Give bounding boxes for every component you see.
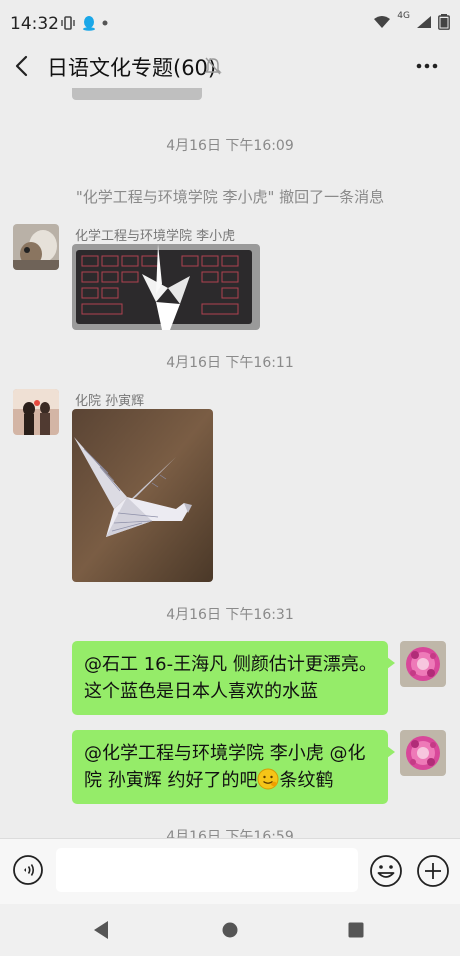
vibrate-icon xyxy=(61,16,75,30)
notification-dot-icon xyxy=(102,20,108,26)
battery-icon xyxy=(438,14,450,30)
wifi-icon xyxy=(374,16,391,28)
qq-icon xyxy=(83,16,95,31)
avatar[interactable] xyxy=(13,224,59,270)
emoji-button[interactable] xyxy=(369,854,403,888)
status-bar: 14:32 4G xyxy=(0,0,460,44)
message-input[interactable] xyxy=(56,848,358,892)
chat-message-list[interactable]: 4月16日 下午16:09 "化学工程与环境学院 李小虎" 撤回了一条消息 化学… xyxy=(0,88,460,838)
system-navigation-bar xyxy=(0,904,460,956)
more-actions-button[interactable] xyxy=(416,854,450,888)
outgoing-message-bubble[interactable]: @化学工程与环境学院 李小虎 @化 院 孙寅辉 约好了的吧 条纹鹤 xyxy=(72,730,395,804)
message-line: 这个蓝色是日本人喜欢的水蓝 xyxy=(84,681,318,702)
network-label: 4G xyxy=(397,11,410,21)
bell-off-icon xyxy=(204,56,222,80)
recall-notice: "化学工程与环境学院 李小虎" 撤回了一条消息 xyxy=(75,188,385,206)
chevron-left-icon xyxy=(15,55,28,77)
more-horizontal-icon xyxy=(416,63,438,69)
back-button[interactable] xyxy=(10,52,36,80)
avatar[interactable] xyxy=(400,730,446,776)
message-text: 院 孙寅辉 约好了的吧 xyxy=(84,770,258,791)
timestamp: 4月16日 下午16:31 xyxy=(166,607,294,623)
input-bar xyxy=(0,838,460,904)
outgoing-message-bubble[interactable]: @石工 16-王海凡 侧颜估计更漂亮。 这个蓝色是日本人喜欢的水蓝 xyxy=(72,641,395,715)
image-message[interactable] xyxy=(72,409,213,582)
timestamp: 4月16日 下午16:09 xyxy=(166,138,294,154)
more-button[interactable] xyxy=(410,56,444,76)
status-icons-left xyxy=(60,15,108,31)
chat-header: 日语文化专题(60) xyxy=(0,44,460,88)
message-line: @石工 16-王海凡 侧颜估计更漂亮。 xyxy=(84,654,377,675)
nav-back-icon[interactable] xyxy=(92,920,110,940)
sender-name: 化院 孙寅辉 xyxy=(75,394,145,409)
message-line: @化学工程与环境学院 李小虎 @化 xyxy=(84,743,366,764)
message-text: 条纹鹤 xyxy=(279,770,334,791)
timestamp: 4月16日 下午16:59 xyxy=(166,829,294,838)
voice-button[interactable] xyxy=(12,854,44,886)
avatar[interactable] xyxy=(400,641,446,687)
nav-home-icon[interactable] xyxy=(222,922,238,938)
emoji-icon xyxy=(257,768,279,790)
avatar[interactable] xyxy=(13,389,59,435)
status-time: 14:32 xyxy=(10,14,59,34)
smiley-icon xyxy=(370,855,402,887)
timestamp: 4月16日 下午16:11 xyxy=(166,355,294,371)
nav-recent-apps-icon[interactable] xyxy=(348,922,364,938)
plus-circle-icon xyxy=(417,855,449,887)
sender-name: 化学工程与环境学院 李小虎 xyxy=(75,229,236,244)
status-icons-right: 4G xyxy=(373,11,450,30)
voice-icon xyxy=(13,855,43,885)
previous-message-fragment xyxy=(72,88,202,100)
chat-title: 日语文化专题(60) xyxy=(47,56,217,80)
message-line: 院 孙寅辉 约好了的吧 条纹鹤 xyxy=(84,767,378,794)
signal-icon xyxy=(417,16,431,28)
image-message[interactable] xyxy=(72,244,260,330)
